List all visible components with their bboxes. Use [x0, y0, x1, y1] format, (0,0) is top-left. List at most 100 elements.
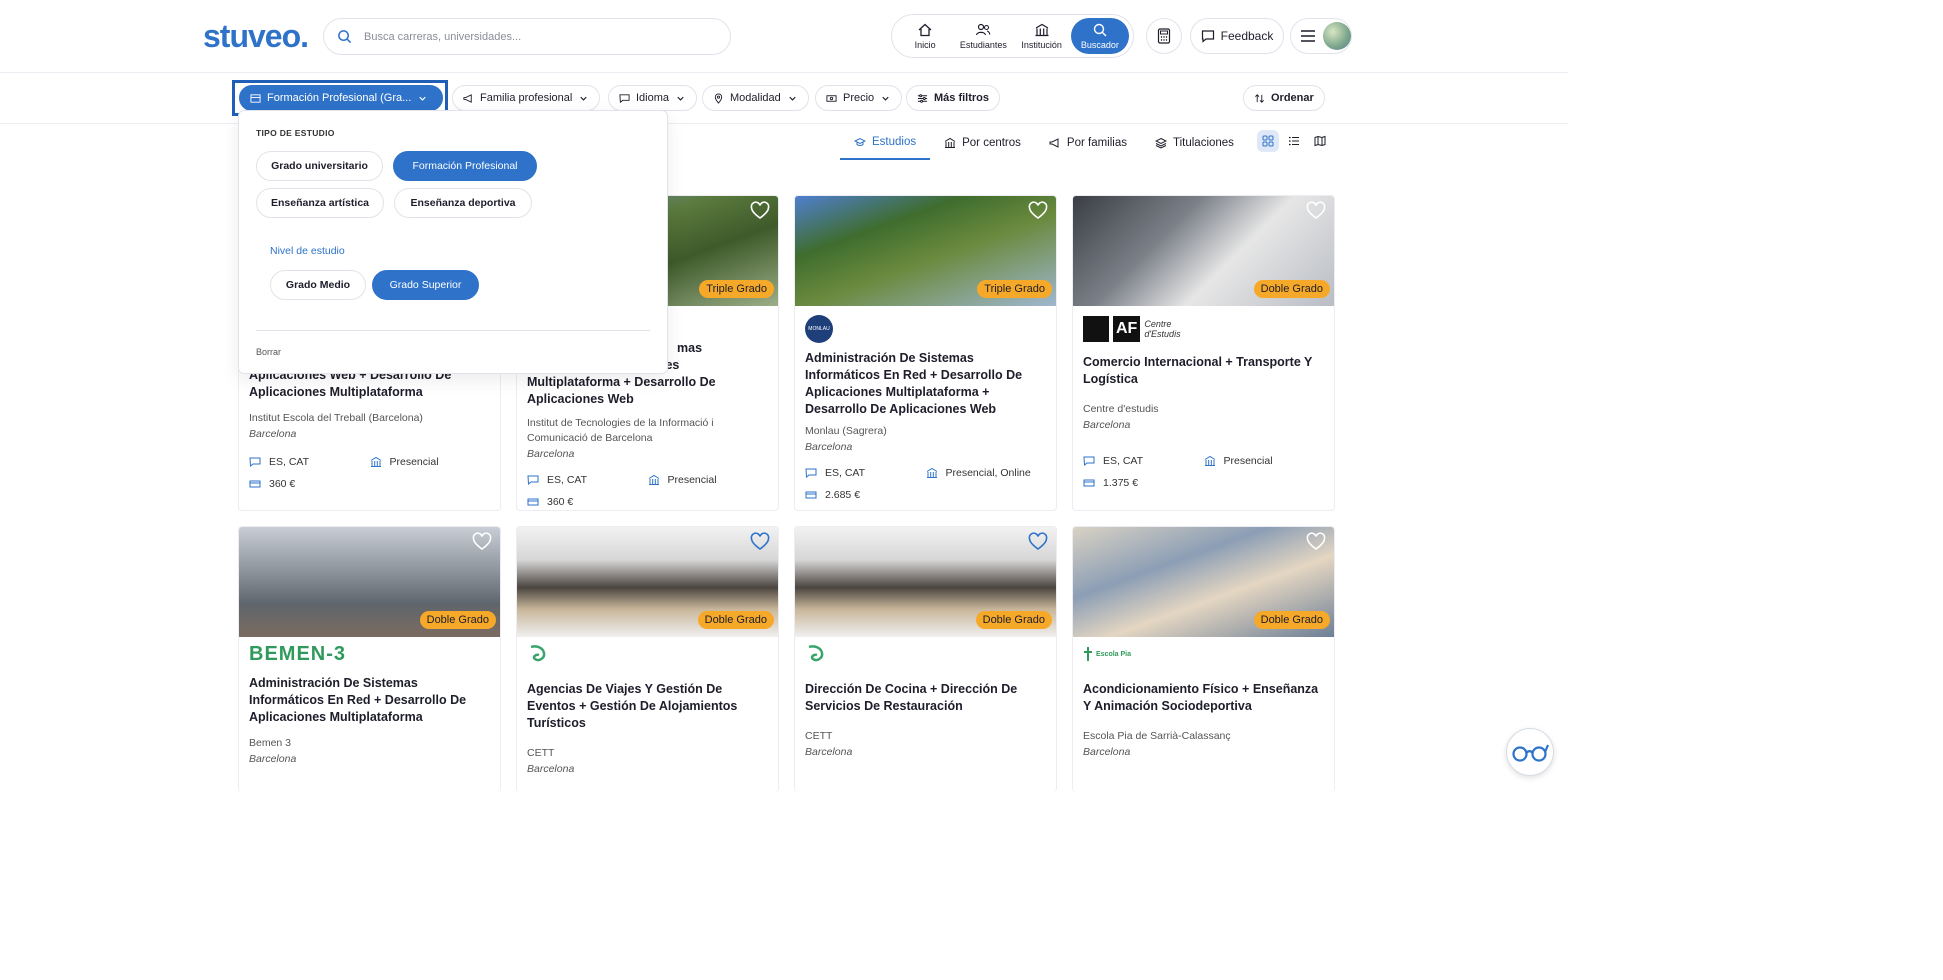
sliders-icon [917, 93, 928, 103]
card-language: ES, CAT [1103, 455, 1144, 467]
card-mode: Presencial, Online [945, 467, 1031, 479]
nav-buscador[interactable]: Buscador [1070, 18, 1129, 54]
graduation-cap-icon [854, 137, 866, 146]
glasses-icon [1512, 744, 1549, 762]
study-card[interactable]: Doble Grado AF Centre d'Estudis Comercio… [1072, 195, 1335, 511]
filter-precio[interactable]: Precio [815, 85, 903, 111]
card-logo: MONLAU [805, 312, 1046, 346]
card-image: Triple Grado [795, 196, 1056, 306]
institution-icon [944, 137, 956, 148]
stuveo-logo[interactable]: stuveo. [203, 18, 309, 55]
study-card[interactable]: Doble Grado Agencias De Viajes Y Gestión… [516, 526, 779, 792]
tab-por-familias[interactable]: Por familias [1035, 126, 1141, 160]
card-title: Administración De Sistemas Informáticos … [805, 351, 1023, 416]
institution-icon [370, 456, 381, 467]
card-title: Agencias De Viajes Y Gestión De Eventos … [527, 682, 738, 730]
cett-logo-icon [530, 645, 546, 662]
search-icon [1093, 23, 1107, 37]
study-card[interactable]: Doble Grado Dirección De Cocina + Direcc… [794, 526, 1057, 792]
card-title: Comercio Internacional + Transporte Y Lo… [1083, 355, 1313, 386]
card-image: Doble Grado [239, 527, 500, 637]
filter-familia[interactable]: Familia profesional [452, 85, 601, 111]
tab-por-centros-label: Por centros [962, 137, 1021, 149]
money-icon [805, 491, 817, 499]
card-school: Monlau (Sagrera) [805, 425, 887, 437]
heart-icon[interactable] [1028, 201, 1048, 221]
accessibility-button[interactable] [1506, 728, 1554, 776]
filter-mas-filtros[interactable]: Más filtros [906, 85, 1001, 111]
main-nav: Inicio Estudiantes Institución Buscador [891, 14, 1134, 58]
card-title: Administración De Sistemas Informáticos … [249, 676, 467, 724]
list-view-button[interactable] [1283, 130, 1305, 152]
study-card[interactable]: Doble Grado BEMEN-3 Administración De Si… [238, 526, 501, 792]
calculator-button[interactable] [1146, 18, 1182, 54]
nav-inicio-label: Inicio [914, 40, 936, 50]
card-mode: Presencial [389, 456, 439, 468]
card-logo [527, 643, 768, 665]
grid-icon [1262, 135, 1274, 147]
clear-button[interactable]: Borrar [256, 347, 281, 357]
location-pin-icon [714, 93, 723, 104]
feedback-button[interactable]: Feedback [1190, 18, 1284, 54]
heart-icon[interactable] [1306, 201, 1326, 221]
card-logo: Escola Pia [1083, 643, 1324, 665]
hamburger-icon [1301, 30, 1315, 42]
heart-icon[interactable] [1306, 532, 1326, 552]
nav-estudiantes[interactable]: Estudiantes [954, 18, 1012, 54]
search-bar[interactable] [323, 18, 731, 55]
card-language: ES, CAT [269, 456, 310, 468]
option-formacion-profesional[interactable]: Formación Profesional [393, 151, 537, 181]
heart-icon[interactable] [750, 532, 770, 552]
sort-button[interactable]: Ordenar [1243, 85, 1325, 111]
grid-view-button[interactable] [1257, 130, 1279, 152]
home-icon [918, 23, 932, 37]
avatar[interactable] [1323, 22, 1351, 50]
card-badge: Triple Grado [699, 280, 774, 298]
card-city: Barcelona [527, 763, 575, 775]
nav-institucion-label: Institución [1021, 40, 1062, 50]
institution-icon [926, 467, 937, 478]
language-icon [805, 468, 817, 478]
study-card[interactable]: Doble Grado Escola Pia Acondicionamiento… [1072, 526, 1335, 792]
user-menu[interactable] [1290, 18, 1352, 54]
search-input[interactable] [364, 30, 704, 43]
card-meta: ES, CAT Presencial [249, 456, 490, 468]
card-meta: ES, CAT Presencial [527, 474, 768, 486]
option-grado-medio[interactable]: Grado Medio [270, 270, 366, 300]
card-language: ES, CAT [547, 474, 588, 486]
nav-buscador-label: Buscador [1080, 40, 1119, 50]
nav-inicio[interactable]: Inicio [896, 18, 954, 54]
card-image: Doble Grado [1073, 196, 1334, 306]
card-meta: ES, CAT Presencial [1083, 455, 1324, 467]
tab-estudios[interactable]: Estudios [840, 126, 931, 160]
tab-titulaciones[interactable]: Titulaciones [1141, 126, 1248, 160]
money-icon [1083, 479, 1095, 487]
heart-icon[interactable] [472, 532, 492, 552]
option-grado-superior[interactable]: Grado Superior [372, 270, 479, 300]
card-price-row: 360 € [527, 496, 768, 508]
map-view-button[interactable] [1309, 130, 1331, 152]
heart-icon[interactable] [750, 201, 770, 221]
language-icon [527, 475, 539, 485]
filter-modalidad[interactable]: Modalidad [702, 85, 809, 111]
view-toggle [1257, 130, 1331, 152]
card-city: Barcelona [1083, 746, 1131, 758]
bemen-logo: BEMEN-3 [249, 642, 347, 665]
card-price-row: 2.685 € [805, 489, 1046, 501]
card-logo: AF Centre d'Estudis [1083, 312, 1324, 346]
study-card[interactable]: Triple Grado MONLAU Administración De Si… [794, 195, 1057, 511]
filter-idioma[interactable]: Idioma [608, 85, 698, 111]
card-school: Bemen 3 [249, 737, 292, 749]
money-icon [826, 94, 837, 102]
option-grado-universitario[interactable]: Grado universitario [256, 151, 383, 181]
option-ensenanza-artistica[interactable]: Enseñanza artística [256, 188, 384, 218]
cett-logo-icon [808, 645, 824, 662]
list-icon [1289, 136, 1299, 146]
nav-institucion[interactable]: Institución [1013, 18, 1071, 54]
heart-icon[interactable] [1028, 532, 1048, 552]
megaphone-icon [1049, 138, 1059, 148]
option-ensenanza-deportiva[interactable]: Enseñanza deportiva [394, 188, 532, 218]
filter-mas-label: Más filtros [934, 92, 990, 104]
af-logo: AF [1113, 316, 1141, 342]
tab-por-centros[interactable]: Por centros [930, 126, 1035, 160]
